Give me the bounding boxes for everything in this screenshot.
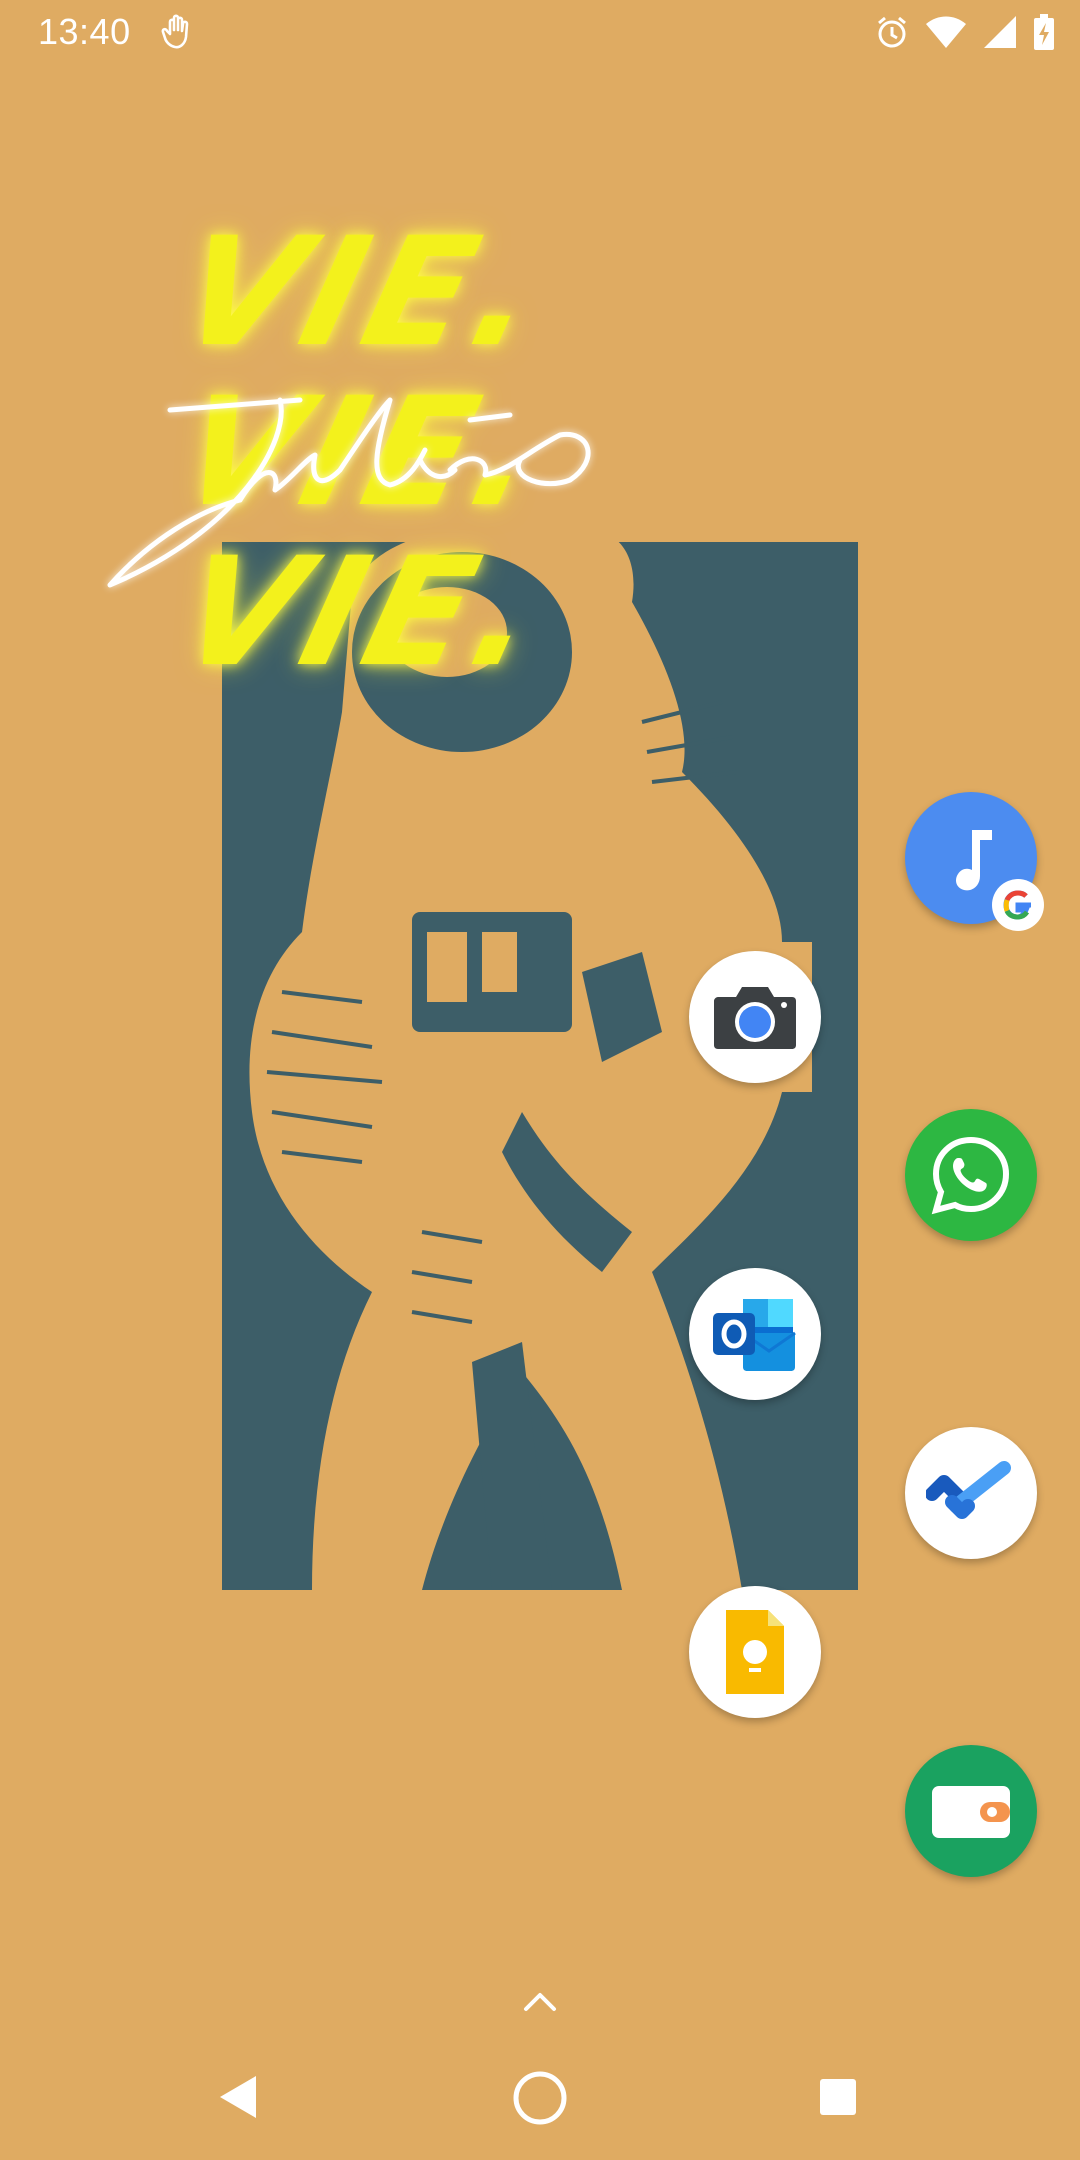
app-google-keep[interactable] xyxy=(689,1586,821,1718)
google-g-badge-icon xyxy=(992,879,1044,931)
script-signature xyxy=(107,397,591,588)
app-microsoft-todo[interactable] xyxy=(905,1427,1037,1559)
outlook-icon xyxy=(713,1299,796,1371)
status-time: 13:40 xyxy=(38,11,131,52)
back-icon[interactable] xyxy=(216,2072,260,2122)
cell-signal-icon xyxy=(984,16,1016,48)
wallet-icon xyxy=(932,1786,1010,1838)
checkmark-icon xyxy=(926,1461,1011,1519)
camera-icon xyxy=(714,987,796,1049)
app-outlook[interactable] xyxy=(689,1268,821,1400)
app-google-pay[interactable] xyxy=(905,1745,1037,1877)
gesture-hand-icon xyxy=(161,14,189,49)
neon-text-line-1: VIE. xyxy=(163,206,563,380)
whatsapp-icon xyxy=(931,1136,1010,1215)
wifi-icon xyxy=(926,16,966,48)
status-bar: 13:40 xyxy=(0,0,1080,64)
app-camera[interactable] xyxy=(689,951,821,1083)
app-youtube-music[interactable] xyxy=(905,792,1044,931)
battery-charging-icon xyxy=(1034,14,1054,50)
home-icon[interactable] xyxy=(512,2070,568,2126)
recents-icon[interactable] xyxy=(818,2077,858,2117)
alarm-icon xyxy=(878,16,906,48)
keep-lightbulb-icon xyxy=(726,1610,784,1694)
app-whatsapp[interactable] xyxy=(905,1109,1037,1241)
chevron-up-icon[interactable] xyxy=(520,1985,560,2015)
